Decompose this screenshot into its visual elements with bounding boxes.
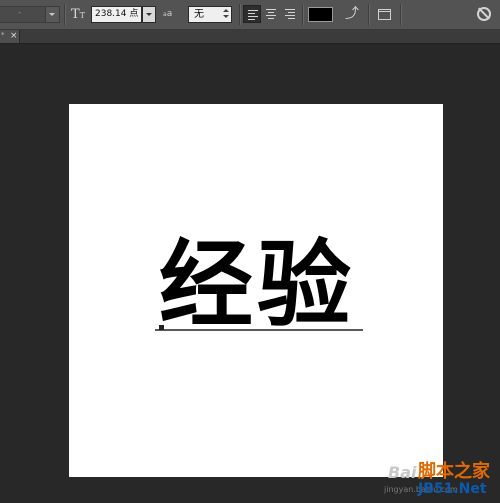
toolbar-divider — [239, 4, 241, 25]
watermark-url-big: JB51.Net — [418, 481, 487, 497]
toolbar-divider — [64, 4, 66, 25]
stepper-icon — [223, 9, 229, 20]
antialias-icon: aa — [163, 9, 173, 19]
watermark-site-name: 脚本之家 — [418, 461, 490, 482]
options-toolbar: - TT 238.14 点 aa 无 ⤴ — [0, 0, 500, 30]
align-left-icon — [248, 10, 258, 20]
align-right-button[interactable] — [281, 5, 299, 23]
align-right-icon — [285, 9, 295, 19]
align-center-icon — [266, 9, 276, 19]
antialias-value: 无 — [194, 9, 204, 20]
font-size-icon: TT — [71, 7, 86, 22]
close-icon[interactable]: × — [10, 30, 18, 42]
toolbar-divider — [368, 4, 370, 25]
toolbar-divider — [400, 4, 402, 25]
document-tab-bar: * × — [0, 30, 500, 44]
document-canvas[interactable]: 经验 — [69, 104, 443, 477]
toolbar-divider — [302, 4, 304, 25]
font-style-select[interactable]: - — [0, 6, 60, 23]
font-size-dropdown-button[interactable] — [142, 6, 156, 23]
cancel-icon[interactable] — [476, 6, 492, 22]
text-color-swatch[interactable] — [308, 7, 333, 22]
tab-modified-mark: * — [1, 31, 5, 39]
align-center-button[interactable] — [262, 5, 280, 23]
panels-icon[interactable] — [376, 6, 392, 22]
warp-text-icon[interactable]: ⤴ — [343, 5, 361, 23]
document-tab[interactable]: * × — [0, 30, 20, 43]
antialias-select[interactable]: 无 — [188, 6, 232, 23]
watermark-baidu-logo: Bai — [388, 463, 417, 482]
text-baseline — [155, 329, 363, 331]
font-style-value: - — [18, 8, 22, 18]
baseline-anchor — [159, 325, 164, 330]
watermark: Bai 脚本之家 jingyan.baidu.com JB51.Net — [380, 455, 500, 503]
chevron-down-icon — [45, 7, 59, 22]
align-left-button[interactable] — [243, 5, 261, 23]
canvas-text-layer[interactable]: 经验 — [159, 221, 369, 351]
font-size-input[interactable]: 238.14 点 — [91, 6, 142, 23]
